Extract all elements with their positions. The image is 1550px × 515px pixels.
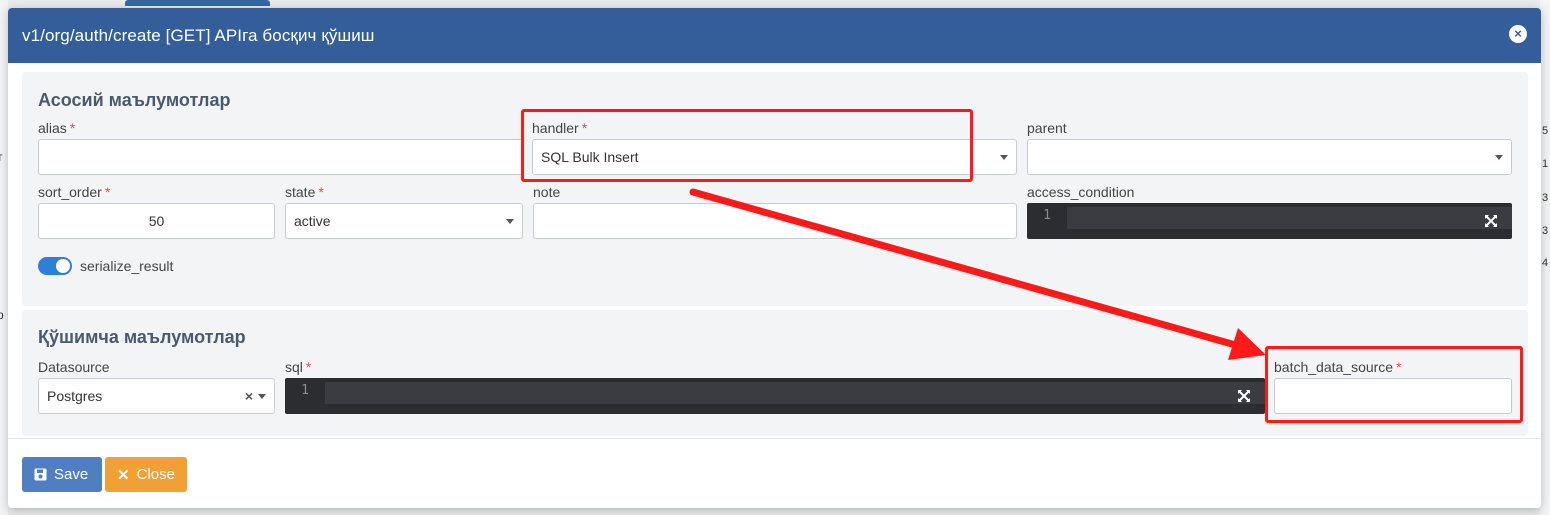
background-right-strip: 5 1 3 3 4 bbox=[1540, 0, 1550, 515]
access-condition-label: access_condition bbox=[1027, 184, 1135, 200]
expand-icon[interactable] bbox=[1484, 214, 1498, 228]
save-icon bbox=[34, 468, 47, 481]
serialize-result-label: serialize_result bbox=[80, 258, 174, 274]
code-line[interactable] bbox=[1067, 207, 1512, 229]
main-info-panel: Асосий маълумотлар alias * handler * SQL B… bbox=[22, 72, 1528, 306]
alias-label: alias * bbox=[38, 120, 76, 136]
save-button-label: Save bbox=[54, 466, 89, 483]
handler-label: handler * bbox=[532, 120, 588, 136]
chevron-down-icon bbox=[258, 394, 266, 399]
background-left-char: т bbox=[0, 150, 3, 164]
modal-close-icon[interactable]: × bbox=[1509, 25, 1527, 43]
background-left-char: р bbox=[0, 308, 4, 322]
parent-label: parent bbox=[1027, 120, 1067, 136]
datasource-label: Datasource bbox=[38, 359, 110, 375]
add-step-modal: v1/org/auth/create [GET] APIга босқич қў… bbox=[8, 8, 1541, 508]
batch-data-source-input[interactable] bbox=[1274, 378, 1512, 414]
access-condition-editor[interactable]: 1 bbox=[1027, 203, 1512, 239]
save-button[interactable]: Save bbox=[22, 457, 102, 492]
sql-editor[interactable]: 1 bbox=[285, 378, 1265, 414]
background-right-digit: 3 bbox=[1542, 225, 1549, 237]
state-select-value: active bbox=[294, 213, 331, 229]
code-line[interactable] bbox=[325, 382, 1265, 404]
note-input[interactable] bbox=[533, 203, 1017, 239]
state-label: state * bbox=[285, 184, 324, 200]
extra-info-title: Қўшимча маълумотлар bbox=[38, 327, 246, 347]
parent-select[interactable] bbox=[1027, 139, 1512, 175]
background-right-digit: 5 bbox=[1542, 125, 1549, 137]
alias-input[interactable] bbox=[38, 139, 524, 175]
state-select[interactable]: active bbox=[285, 203, 523, 239]
note-label: note bbox=[533, 184, 561, 200]
footer-divider bbox=[8, 438, 1541, 439]
background-tab bbox=[125, 0, 270, 6]
line-number: 1 bbox=[1043, 208, 1051, 223]
sort-order-input[interactable]: 50 bbox=[38, 203, 275, 239]
chevron-down-icon bbox=[1000, 155, 1008, 160]
handler-select[interactable]: SQL Bulk Insert bbox=[532, 139, 1017, 175]
extra-info-panel: Қўшимча маълумотлар Datasource Postgres … bbox=[22, 310, 1528, 436]
background-right-digit: 1 bbox=[1542, 158, 1549, 170]
toggle-knob bbox=[56, 259, 70, 273]
serialize-result-toggle[interactable] bbox=[38, 257, 72, 275]
line-number: 1 bbox=[301, 383, 309, 398]
sort-order-label: sort_order * bbox=[38, 184, 111, 200]
main-info-title: Асосий маълумотлар bbox=[38, 90, 231, 110]
background-right-digit: 3 bbox=[1542, 192, 1549, 204]
background-right-digit: 4 bbox=[1542, 257, 1549, 269]
close-button[interactable]: ✕ Close bbox=[105, 457, 187, 492]
modal-header: v1/org/auth/create [GET] APIга босқич қў… bbox=[8, 8, 1541, 63]
modal-title: v1/org/auth/create [GET] APIга босқич қў… bbox=[22, 25, 375, 45]
clear-icon[interactable]: × bbox=[245, 388, 253, 404]
background-left-strip: т р bbox=[0, 0, 8, 515]
chevron-down-icon bbox=[506, 219, 514, 224]
batch-data-source-label: batch_data_source * bbox=[1274, 359, 1402, 375]
expand-icon[interactable] bbox=[1237, 389, 1251, 403]
sql-label: sql * bbox=[285, 359, 312, 375]
datasource-select-value: Postgres bbox=[47, 388, 103, 404]
chevron-down-icon bbox=[1495, 155, 1503, 160]
close-button-label: Close bbox=[136, 466, 175, 483]
close-icon: ✕ bbox=[117, 466, 130, 484]
datasource-select[interactable]: Postgres × bbox=[38, 378, 275, 414]
handler-select-value: SQL Bulk Insert bbox=[541, 149, 639, 165]
